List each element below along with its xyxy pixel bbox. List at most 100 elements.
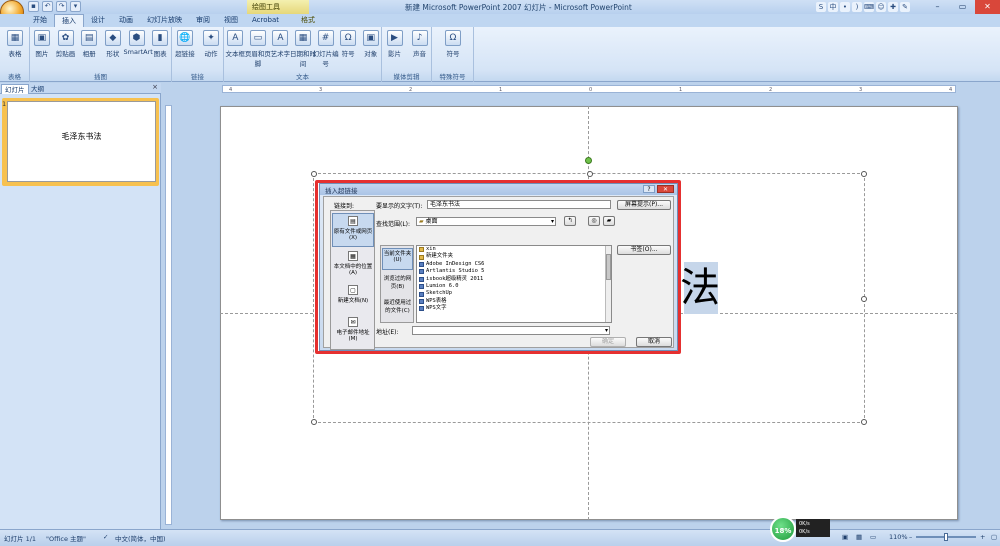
ok-button[interactable]: 确定 xyxy=(590,337,626,347)
ribbon-button-1-0[interactable]: ▣ 图片 xyxy=(29,30,55,58)
tab-8[interactable]: 格式 xyxy=(294,14,322,27)
tray-icon[interactable]: S xyxy=(816,2,826,12)
tab-2[interactable]: 设计 xyxy=(84,14,112,27)
tab-0[interactable]: 开始 xyxy=(26,14,54,27)
status-bar: 幻灯片 1/1 "Office 主题" ✓ 中文(简体，中国) ▣ ▦ ▭ 11… xyxy=(0,529,1000,546)
normal-view-icon[interactable]: ▣ xyxy=(842,533,848,541)
tray-icon[interactable]: ✚ xyxy=(888,2,898,12)
file-list-scrollbar[interactable] xyxy=(605,246,611,322)
tab-7[interactable]: Acrobat xyxy=(245,14,286,27)
file-list-item[interactable]: Lumion 6.0 xyxy=(417,283,611,290)
file-list-item[interactable]: Artlantis Studio 5 xyxy=(417,268,611,275)
tab-slides[interactable]: 幻灯片 xyxy=(1,84,29,94)
bookmark-button[interactable]: 书签(O)... xyxy=(617,245,671,255)
screen-tip-button[interactable]: 屏幕提示(P)... xyxy=(617,200,671,210)
slide-sorter-icon[interactable]: ▦ xyxy=(856,533,862,541)
ribbon-button-0-0[interactable]: ▦ 表格 xyxy=(2,30,28,58)
redo-icon[interactable]: ↷ xyxy=(56,1,67,12)
resize-handle[interactable] xyxy=(587,171,593,177)
ribbon-button-label: 相册 xyxy=(82,50,96,58)
tab-6[interactable]: 视图 xyxy=(217,14,245,27)
file-list-item[interactable]: isbook超级精灵 2011 xyxy=(417,276,611,283)
customize-qat-icon[interactable]: ▾ xyxy=(70,1,81,12)
undo-icon[interactable]: ↶ xyxy=(42,1,53,12)
tab-5[interactable]: 审阅 xyxy=(189,14,217,27)
display-text-input[interactable]: 毛泽东书法 xyxy=(427,200,611,209)
panel-close-icon[interactable]: × xyxy=(152,83,158,91)
ribbon-button-1-2[interactable]: ▤ 相册 xyxy=(76,30,102,58)
save-icon[interactable]: ▪ xyxy=(28,1,39,12)
slideshow-icon[interactable]: ▭ xyxy=(870,533,876,541)
window-controls: – ▭ ✕ xyxy=(925,0,1000,14)
tab-outline[interactable]: 大纲 xyxy=(28,84,47,94)
browsed-pages-tab[interactable]: 浏览过的网页(B) xyxy=(382,274,413,294)
tab-1[interactable]: 插入 xyxy=(54,14,84,27)
ribbon-group-label: 文本 xyxy=(296,73,309,81)
browse-file-icon[interactable]: ▰ xyxy=(603,216,615,226)
tab-3[interactable]: 动画 xyxy=(112,14,140,27)
help-icon[interactable]: ? xyxy=(643,185,655,193)
zoom-out-icon[interactable]: – xyxy=(909,533,912,541)
resize-handle[interactable] xyxy=(311,419,317,425)
ribbon-button-icon: Ω xyxy=(340,30,357,46)
link-to-email[interactable]: ✉ 电子邮件地址(M) xyxy=(332,315,374,347)
close-button[interactable]: ✕ xyxy=(975,0,1000,14)
browse-web-icon[interactable]: ◎ xyxy=(588,216,600,226)
resize-handle[interactable] xyxy=(861,419,867,425)
tray-icon[interactable]: 中 xyxy=(828,2,838,12)
ribbon-button-3-6[interactable]: ▣ 对象 xyxy=(358,30,384,58)
spellcheck-icon[interactable]: ✓ xyxy=(103,533,108,541)
resize-handle[interactable] xyxy=(311,171,317,177)
maximize-button[interactable]: ▭ xyxy=(950,0,975,14)
file-list-item[interactable]: 新建文件夹 xyxy=(417,253,611,260)
ribbon-button-label: SmartArt xyxy=(123,48,153,56)
recent-files-tab[interactable]: 最近使用过的文件(C) xyxy=(382,298,413,320)
tray-icon[interactable]: ✎ xyxy=(900,2,910,12)
look-in-select[interactable]: ▰ 桌面 ▾ xyxy=(416,217,556,226)
link-to-place-in-document[interactable]: ▦ 本文档中的位置(A) xyxy=(332,249,374,281)
ribbon-button-4-1[interactable]: ♪ 声音 xyxy=(407,30,433,58)
ribbon-button-1-5[interactable]: ▮ 图表 xyxy=(147,30,173,58)
zoom-in-icon[interactable]: + xyxy=(980,533,985,541)
ribbon-button-5-0[interactable]: Ω 符号 xyxy=(440,30,466,58)
tab-4[interactable]: 幻灯片放映 xyxy=(140,14,189,27)
ribbon-button-1-1[interactable]: ✿ 剪贴画 xyxy=(53,30,79,58)
tray-icon[interactable]: ) xyxy=(852,2,862,12)
link-to-new-document[interactable]: ▢ 新建文档(N) xyxy=(332,283,374,313)
rotation-handle[interactable] xyxy=(585,157,592,164)
ribbon-button-label: 声音 xyxy=(413,50,426,58)
scroll-thumb[interactable] xyxy=(606,254,611,280)
up-folder-icon[interactable]: ↰ xyxy=(564,216,576,226)
ribbon-button-2-0[interactable]: 🌐 超链接 xyxy=(172,30,198,58)
ribbon-button-label: 图表 xyxy=(153,50,167,58)
file-list-item[interactable]: SketchUp xyxy=(417,290,611,297)
minimize-button[interactable]: – xyxy=(925,0,950,14)
resize-handle[interactable] xyxy=(861,171,867,177)
ribbon-button-1-3[interactable]: ◆ 形状 xyxy=(100,30,126,58)
address-input[interactable]: ▾ xyxy=(412,326,610,335)
fit-window-icon[interactable]: ▢ xyxy=(991,533,997,541)
resize-handle[interactable] xyxy=(861,296,867,302)
file-name: WPS文字 xyxy=(426,305,447,312)
ribbon-button-2-1[interactable]: ✦ 动作 xyxy=(198,30,224,58)
tray-icon[interactable]: ☺ xyxy=(876,2,886,12)
slide-thumb-text: 毛泽东书法 xyxy=(61,132,102,141)
ribbon-button-1-4[interactable]: ⬢ SmartArt xyxy=(123,30,153,56)
link-to-existing-file[interactable]: ▤ 原有文件或网页(X) xyxy=(332,213,374,247)
ruler-tick: 3 xyxy=(859,87,863,93)
file-list-item[interactable]: Adobe InDesign CS6 xyxy=(417,261,611,268)
address-label: 地址(E): xyxy=(376,329,399,336)
baidu-watermark-logo: Bai du 经验 xyxy=(770,460,936,493)
ribbon-button-4-0[interactable]: ▶ 影片 xyxy=(382,30,408,58)
zoom-slider-knob[interactable] xyxy=(944,533,948,541)
current-folder-tab[interactable]: 当前文件夹(U) xyxy=(382,248,413,270)
cancel-button[interactable]: 取消 xyxy=(636,337,672,347)
file-list-item[interactable]: WPS文字 xyxy=(417,305,611,312)
tray-icon[interactable]: • xyxy=(840,2,850,12)
chevron-down-icon[interactable]: ▾ xyxy=(551,218,554,226)
dialog-close-button[interactable]: ✕ xyxy=(657,185,674,193)
tray-icon[interactable]: ⌨ xyxy=(864,2,874,12)
chevron-down-icon[interactable]: ▾ xyxy=(605,327,608,335)
ribbon-button-icon: # xyxy=(317,30,334,46)
zoom-level[interactable]: 110% xyxy=(889,533,908,541)
